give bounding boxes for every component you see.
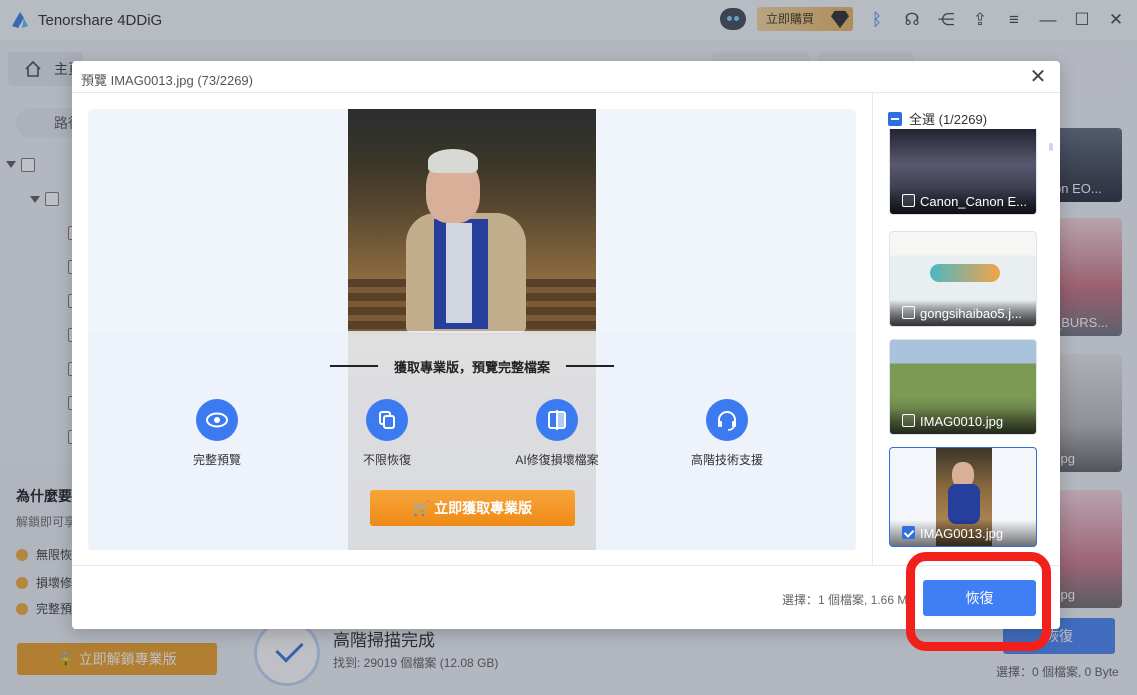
copy-icon (366, 399, 408, 441)
thumbnail-graphic (930, 264, 1000, 282)
thumbnail-checkbox[interactable] (902, 306, 915, 319)
highlight-annotation (906, 552, 1051, 651)
feature-label: 高階技術支援 (690, 453, 763, 467)
dialog-selected-summary: 選擇：1 個檔案, 1.66 MB (782, 593, 916, 607)
thumbnail-image (948, 484, 980, 524)
thumbnail-item[interactable]: IMAG0013.jpg (889, 447, 1037, 547)
dialog-title: 預覽 IMAG0013.jpg (73/2269) (81, 73, 253, 88)
feature-unlimited-recovery: 不限恢復 (332, 399, 442, 468)
feature-label: 不限恢復 (362, 453, 411, 467)
headset-icon (706, 399, 748, 441)
scrollbar[interactable] (1049, 143, 1053, 151)
thumbnail-name: Canon_Canon E... (920, 194, 1027, 209)
repair-icon (536, 399, 578, 441)
upsell-title: 獲取專業版，預覽完整檔案 (393, 360, 550, 375)
thumbnail-checkbox[interactable] (902, 194, 915, 207)
indeterminate-checkbox-icon[interactable] (888, 112, 902, 126)
feature-label: AI修復損壞檔案 (515, 453, 599, 467)
feature-label: 完整預覽 (192, 453, 241, 467)
thumbnail-checkbox[interactable] (902, 526, 915, 539)
dialog-header-divider (72, 92, 1060, 93)
select-all-label: 全選 (1/2269) (909, 112, 988, 127)
thumbnail-name: IMAG0010.jpg (920, 414, 1004, 429)
thumbnail-checkbox[interactable] (902, 414, 915, 427)
cart-icon: 🛒 (412, 500, 431, 516)
thumbnail-item[interactable]: IMAG0010.jpg (889, 339, 1037, 435)
thumbnail-item[interactable]: gongsihaibao5.j... (889, 231, 1037, 327)
thumbnail-item[interactable]: Canon_Canon E... (889, 129, 1037, 215)
image-figure (428, 149, 478, 173)
eye-icon (196, 399, 238, 441)
get-pro-label: 立即獲取專業版 (434, 500, 533, 516)
image-preview-area: 獲取專業版，預覽完整檔案 完整預覽 不限恢復 AI修復損壞檔案 高階技術支援 🛒… (88, 109, 856, 550)
get-pro-button[interactable]: 🛒 立即獲取專業版 (370, 490, 575, 526)
preview-dialog: 預覽 IMAG0013.jpg (73/2269) ✕ 獲取專業版，預覽完整檔案… (72, 61, 1060, 629)
feature-tech-support: 高階技術支援 (672, 399, 782, 468)
feature-ai-repair: AI修復損壞檔案 (502, 399, 612, 468)
thumbnail-list: Canon_Canon E... gongsihaibao5.j... IMAG… (888, 129, 1038, 553)
image-figure (446, 223, 472, 323)
close-icon[interactable]: ✕ (1028, 67, 1048, 87)
thumbnail-name: IMAG0013.jpg (920, 526, 1004, 541)
feature-full-preview: 完整預覽 (162, 399, 272, 468)
panel-divider (872, 93, 873, 565)
thumbnail-name: gongsihaibao5.j... (920, 306, 1022, 321)
select-all-checkbox[interactable]: 全選 (1/2269) (888, 109, 987, 128)
